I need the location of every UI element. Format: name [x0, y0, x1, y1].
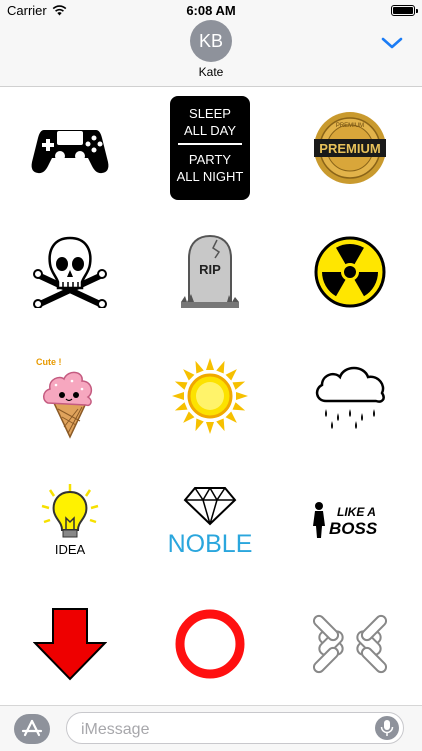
sun-ray: [206, 422, 214, 434]
boss-line-2: BOSS: [329, 519, 378, 538]
compose-bar: [0, 705, 422, 751]
conversation-header: Carrier 6:08 AM KB Kate: [0, 0, 422, 87]
sticker-bandage-cross[interactable]: [280, 582, 420, 706]
sun-ray: [172, 392, 184, 400]
lightbulb-icon: IDEA: [41, 484, 99, 557]
noble-label: NOBLE: [168, 530, 253, 556]
battery-icon: [391, 5, 418, 16]
microphone-icon: [380, 720, 394, 736]
sun-ray: [225, 411, 237, 423]
premium-label: PREMIUM: [319, 141, 380, 156]
sticker-red-ring[interactable]: [140, 582, 280, 706]
sticker-red-arrow[interactable]: [0, 582, 140, 706]
sticker-sleep-party[interactable]: SLEEP ALL DAY PARTY ALL NIGHT: [140, 86, 280, 210]
app-store-icon: [21, 719, 43, 737]
radiation-icon: [314, 236, 386, 308]
sun-ray: [206, 358, 214, 370]
party-line-1: PARTY: [189, 152, 231, 167]
sticker-game-controller[interactable]: [0, 86, 140, 210]
sun-ray: [232, 402, 246, 411]
sleep-line-2: ALL DAY: [184, 123, 236, 138]
sticker-radiation[interactable]: [280, 210, 420, 334]
idea-label: IDEA: [55, 542, 86, 557]
status-bar: Carrier 6:08 AM: [0, 0, 422, 22]
sticker-rain-cloud[interactable]: [280, 334, 420, 458]
premium-ring-text: PREMIUM: [336, 123, 364, 129]
sun-ray: [195, 360, 204, 374]
sticker-like-a-boss[interactable]: LIKE A BOSS: [280, 458, 420, 582]
contact-name[interactable]: Kate: [0, 65, 422, 79]
premium-badge-icon: PREMIUM PREMIUM: [314, 112, 386, 184]
status-time: 6:08 AM: [186, 3, 236, 18]
red-ring-icon: [175, 609, 245, 679]
rip-label: RIP: [199, 262, 221, 277]
boss-line-1: LIKE A: [337, 505, 376, 519]
tombstone-icon: RIP: [181, 234, 239, 308]
party-line-2: ALL NIGHT: [177, 169, 244, 184]
sun-ray: [232, 381, 246, 390]
rain-cloud-icon: [315, 366, 385, 429]
message-field[interactable]: [66, 712, 404, 744]
diamond-icon: NOBLE: [168, 487, 253, 556]
chevron-down-icon[interactable]: [378, 30, 406, 56]
sticker-idea[interactable]: IDEA: [0, 458, 140, 582]
sun-ray: [174, 381, 188, 390]
game-controller-icon: [31, 130, 109, 174]
cute-label: Cute !: [36, 357, 62, 367]
like-a-boss-icon: LIKE A BOSS: [313, 502, 378, 538]
sticker-grid: SLEEP ALL DAY PARTY ALL NIGHT PREMIUM PR…: [0, 86, 422, 706]
sun-ray: [216, 418, 225, 432]
sticker-premium[interactable]: PREMIUM PREMIUM: [280, 86, 420, 210]
sleep-line-1: SLEEP: [189, 106, 231, 121]
red-arrow-down-icon: [33, 608, 107, 681]
sun-ray: [236, 392, 248, 400]
sun-ray: [183, 369, 195, 381]
mic-button[interactable]: [375, 716, 399, 740]
sun-ray: [216, 360, 225, 374]
skull-crossbones-icon: [33, 236, 107, 308]
sticker-skull[interactable]: [0, 210, 140, 334]
bandage-cross-icon: [313, 614, 387, 674]
sleep-party-sign: SLEEP ALL DAY PARTY ALL NIGHT: [170, 96, 250, 200]
sun-ray: [174, 402, 188, 411]
sticker-ice-cream[interactable]: Cute !: [0, 334, 140, 458]
sticker-tombstone[interactable]: RIP: [140, 210, 280, 334]
message-input[interactable]: [79, 719, 363, 741]
sun-ray: [195, 418, 204, 432]
app-store-button[interactable]: [14, 714, 50, 744]
sun-ray: [225, 369, 237, 381]
sticker-noble[interactable]: NOBLE: [140, 458, 280, 582]
sun-icon: [172, 358, 248, 434]
sticker-sun[interactable]: [140, 334, 280, 458]
battery-fill: [393, 7, 413, 14]
ice-cream-icon: Cute !: [36, 357, 93, 439]
avatar[interactable]: KB: [190, 20, 232, 62]
sun-ray: [183, 411, 195, 423]
